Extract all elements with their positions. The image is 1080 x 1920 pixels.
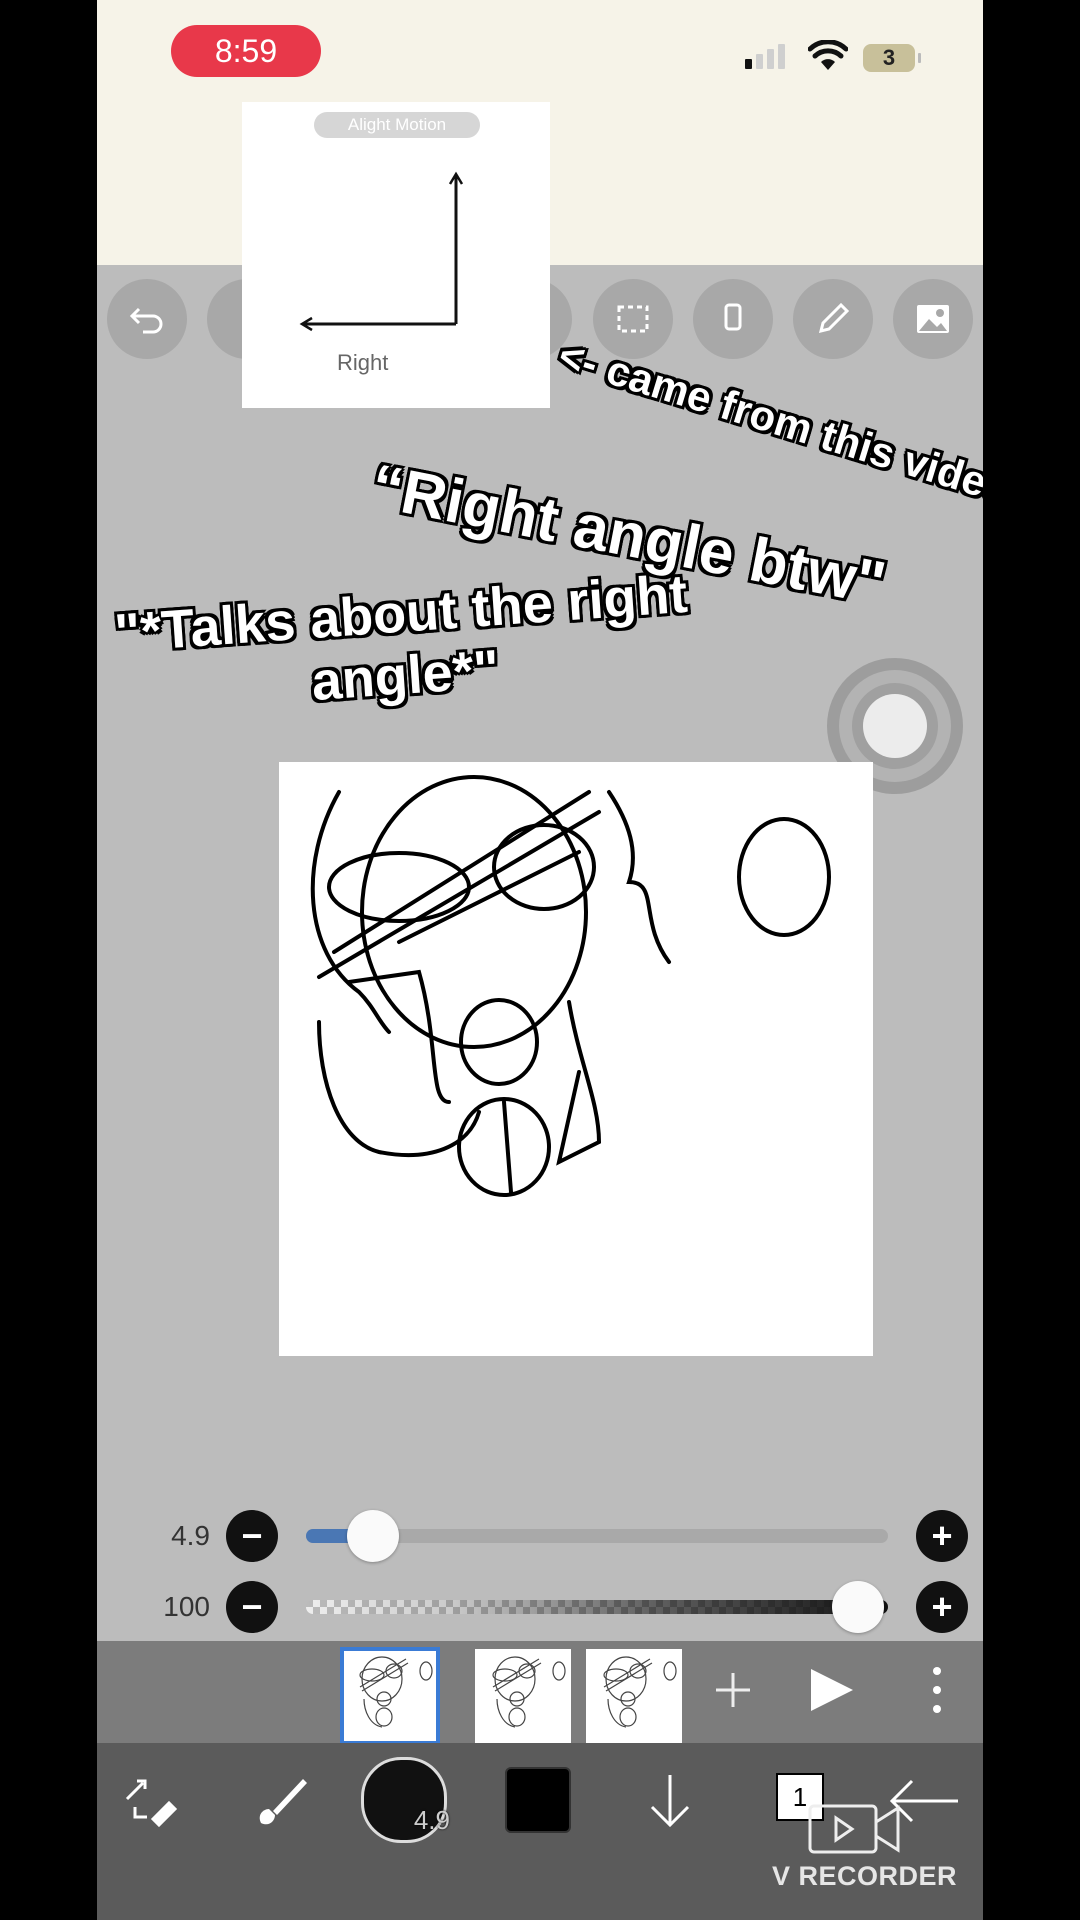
opacity-value: 100 <box>163 1591 210 1622</box>
down-arrow-icon <box>650 1775 690 1828</box>
opacity-slider-row: 100 − + <box>0 1577 1080 1637</box>
right-angle-diagram <box>299 171 464 332</box>
select-icon <box>617 305 649 333</box>
vibrate-icon <box>724 303 742 331</box>
brush-size-button[interactable]: 4.9 <box>361 1757 450 1843</box>
transform-icon <box>125 1779 178 1828</box>
video-inset: Alight Motion Right <box>242 102 550 408</box>
size-value: 4.9 <box>171 1520 210 1551</box>
more-vertical-icon <box>933 1667 941 1713</box>
color-icon <box>505 1767 571 1833</box>
brush-size-icon: 4.9 <box>361 1757 450 1843</box>
undo-button[interactable] <box>107 279 187 359</box>
opacity-increase-button[interactable]: + <box>916 1581 968 1633</box>
brush-tool-button[interactable] <box>247 1760 317 1840</box>
wifi-icon <box>808 40 848 70</box>
sketch <box>310 775 831 1197</box>
time-pill: 8:59 <box>171 25 321 77</box>
down-button[interactable] <box>635 1760 705 1840</box>
caption-came-from: <- came from this video <box>553 331 983 514</box>
size-decrease-button[interactable]: − <box>226 1510 278 1562</box>
frames-bar <box>97 1641 983 1745</box>
undo-icon <box>129 307 163 334</box>
transform-button[interactable] <box>115 1760 185 1840</box>
size-slider-row: 4.9 − + <box>0 1506 1080 1566</box>
vibrate-button[interactable] <box>693 279 773 359</box>
opacity-slider-thumb[interactable] <box>832 1581 884 1633</box>
pen-button[interactable] <box>793 279 873 359</box>
inset-label: Right <box>337 350 389 375</box>
size-slider[interactable] <box>306 1510 888 1562</box>
image-button[interactable] <box>893 279 973 359</box>
signal-icon <box>745 44 785 69</box>
frame-thumbnail[interactable] <box>586 1649 682 1743</box>
size-slider-thumb[interactable] <box>346 1510 399 1562</box>
brush-size-label: 4.9 <box>413 1805 450 1835</box>
opacity-slider[interactable] <box>306 1581 888 1633</box>
video-camera-icon <box>808 1804 900 1854</box>
plus-icon <box>716 1673 750 1707</box>
color-button[interactable] <box>503 1760 573 1840</box>
drawing-canvas[interactable] <box>279 762 873 1356</box>
play-icon <box>811 1669 853 1711</box>
add-frame-button[interactable] <box>711 1659 755 1724</box>
image-icon <box>917 305 949 333</box>
brush-icon <box>259 1779 307 1825</box>
size-increase-button[interactable]: + <box>916 1510 968 1562</box>
play-button[interactable] <box>807 1659 857 1724</box>
v-recorder-watermark: V RECORDER <box>772 1861 958 1891</box>
more-button[interactable] <box>927 1659 947 1724</box>
frame-thumbnail[interactable] <box>475 1649 571 1743</box>
pen-icon <box>818 302 850 334</box>
frame-thumbnail[interactable] <box>340 1647 440 1745</box>
battery-icon: 3 <box>863 44 921 72</box>
opacity-decrease-button[interactable]: − <box>226 1581 278 1633</box>
